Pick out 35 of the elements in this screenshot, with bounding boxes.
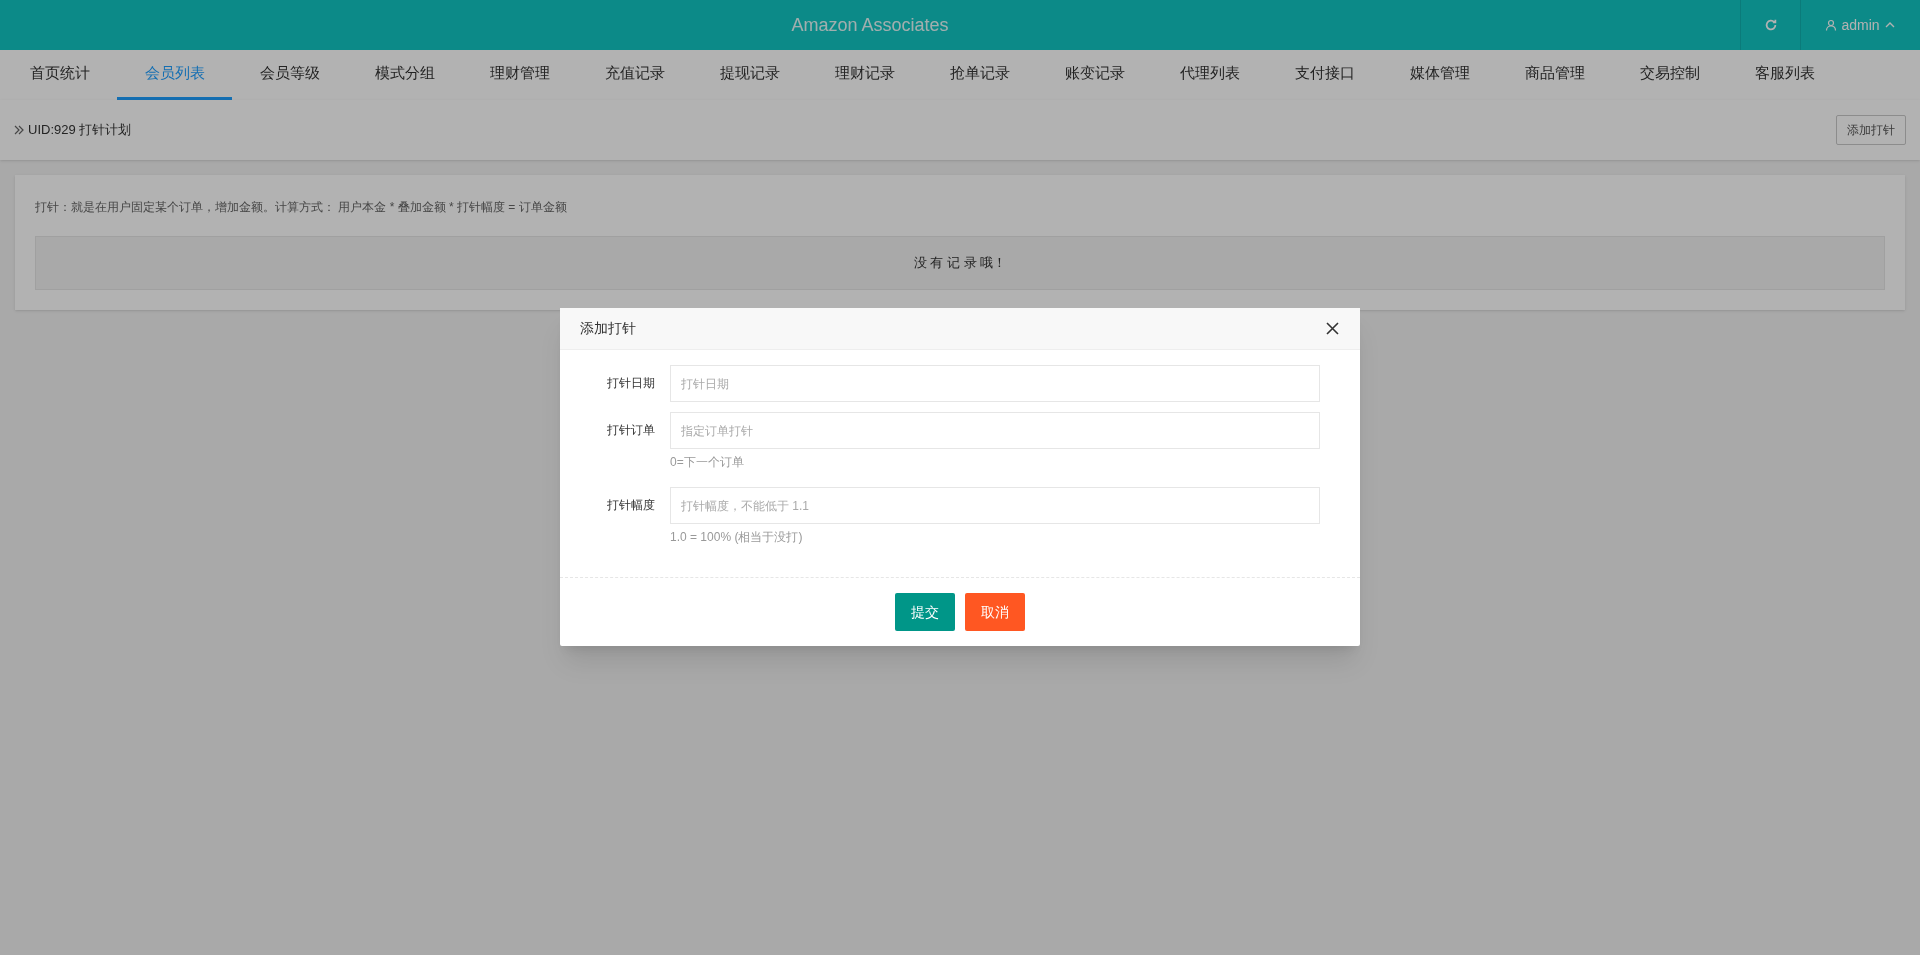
hint-text: 1.0 = 100% (相当于没打) [670,529,804,546]
breadcrumb: UID:929 打针计划 [28,121,132,140]
refresh-icon [1763,18,1778,32]
nav-tab[interactable]: 首页统计 [2,50,117,100]
empty-message: 没 有 记 录 哦！ [913,254,1007,273]
nav-tab[interactable]: 提现记录 [692,50,807,100]
nav-tab[interactable]: 交易控制 [1612,50,1727,100]
close-icon [1325,322,1339,335]
chevrons-icon [14,125,24,135]
nav-tab[interactable]: 模式分组 [347,50,462,100]
nav-tab[interactable]: 抢单记录 [922,50,1037,100]
input-field[interactable]: 打针幅度，不能低于 1.1 [670,487,1320,524]
submit-button[interactable]: 提交 [895,593,955,631]
nav-tab[interactable]: 支付接口 [1267,50,1382,100]
dialog-title: 添加打针 [580,319,636,338]
nav-tab[interactable]: 账变记录 [1037,50,1152,100]
nav-tab[interactable]: 理财管理 [462,50,577,100]
add-button[interactable]: 添加打针 [1836,115,1906,145]
nav-tab[interactable]: 媒体管理 [1382,50,1497,100]
nav-tab[interactable]: 商品管理 [1497,50,1612,100]
field-label: 打针幅度 [606,497,656,514]
nav-tab[interactable]: 代理列表 [1152,50,1267,100]
hint-text: 0=下一个订单 [670,454,745,471]
nav-tab[interactable]: 客服列表 [1727,50,1842,100]
nav-tab[interactable]: 理财记录 [807,50,922,100]
nav-tab[interactable]: 充值记录 [577,50,692,100]
nav-tab[interactable]: 会员等级 [232,50,347,100]
field-label: 打针日期 [606,375,656,392]
description-text: 打针：就是在用户固定某个订单，增加金额。计算方式： 用户本金 * 叠加金额 * 打针幅度 = 订单金额 [35,199,568,216]
user-icon [1825,19,1838,31]
input-field[interactable]: 指定订单打针 [670,412,1320,449]
app-title: Amazon Associates [791,13,949,37]
field-label: 打针订单 [606,422,656,439]
input-field[interactable]: 打针日期 [670,365,1320,402]
close-button[interactable] [1324,320,1340,337]
